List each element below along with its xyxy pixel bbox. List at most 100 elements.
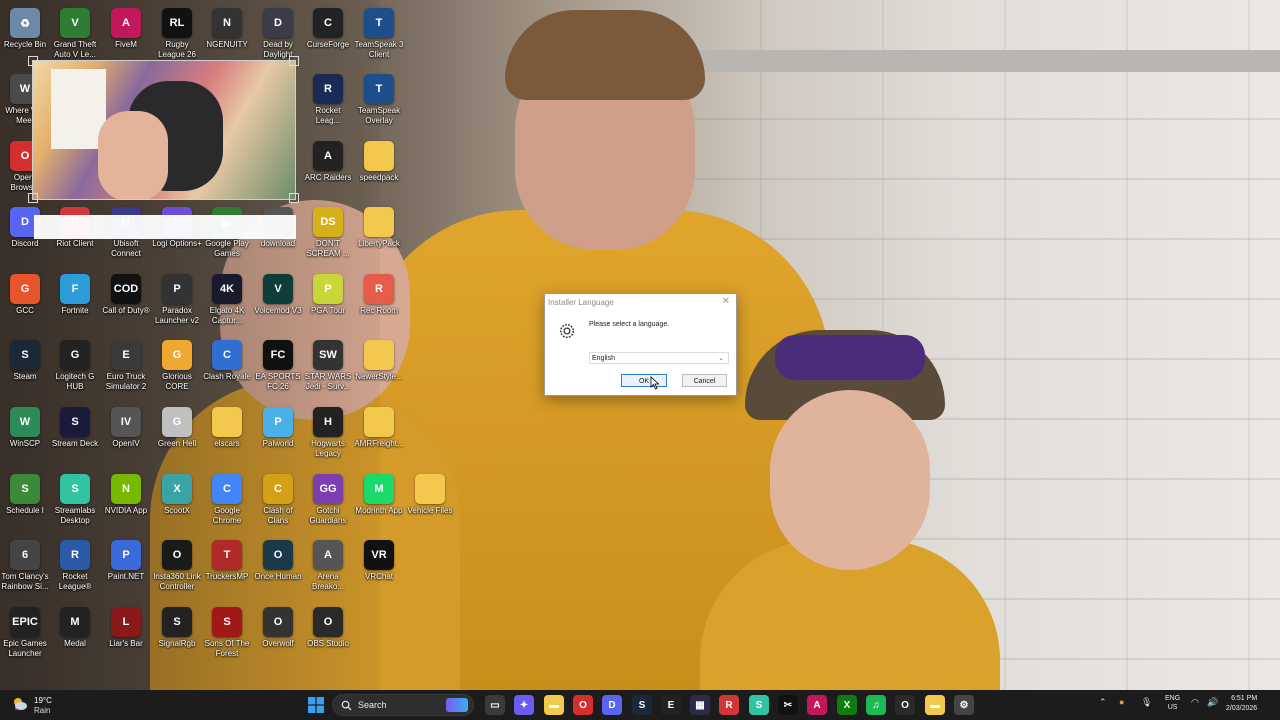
show-hidden-icons-chevron-icon[interactable]: ⌃ [1099, 697, 1107, 708]
taskbar-search-box[interactable]: Search [332, 694, 474, 716]
desktop-icon[interactable]: VR VRChat [354, 536, 404, 602]
desktop-icon[interactable]: P PGA Tour [303, 270, 353, 336]
desktop-icon[interactable]: O Insta360 Link Controller [152, 536, 202, 602]
desktop-icon[interactable]: speedpack [354, 137, 404, 203]
xbox-icon[interactable]: X [837, 695, 857, 715]
desktop-icon[interactable]: O Once Human [253, 536, 303, 602]
webcam-hand [98, 111, 168, 199]
desktop-app-icon: L [111, 607, 141, 637]
ok-button[interactable]: OK [621, 374, 667, 387]
fivem-icon[interactable]: A [807, 695, 827, 715]
webcam-resize-handle[interactable] [289, 56, 299, 66]
copilot-icon[interactable]: ✦ [514, 695, 534, 715]
desktop-icon[interactable]: C CurseForge [303, 4, 353, 70]
epic-games-icon[interactable]: E [661, 695, 681, 715]
file-explorer-icon[interactable]: ▬ [544, 695, 564, 715]
desktop-icon[interactable]: FC EA SPORTS FC 26 [253, 336, 303, 402]
desktop-icon[interactable]: O Overwolf [253, 603, 303, 669]
opera-icon[interactable]: O [573, 695, 593, 715]
desktop-icon[interactable]: C Clash of Clans [253, 470, 303, 536]
desktop-icon[interactable]: S Schedule I [0, 470, 50, 536]
desktop-icon[interactable]: O OBS Studio [303, 603, 353, 669]
webcam-overlay[interactable] [32, 60, 296, 200]
webcam-resize-handle[interactable] [28, 56, 38, 66]
desktop-icon[interactable]: C Google Chrome [202, 470, 252, 536]
desktop-icon[interactable]: T TeamSpeak Overlay [354, 70, 404, 136]
desktop-icon[interactable]: 4K Elgato 4K Captur... [202, 270, 252, 336]
desktop-icon[interactable]: P Paint.NET [101, 536, 151, 602]
desktop-icon-label: Elgato 4K Captur... [209, 306, 245, 325]
desktop-icon[interactable]: COD Call of Duty® [101, 270, 151, 336]
desktop-icon[interactable]: LibertyPack [354, 203, 404, 269]
language-select[interactable]: English ⌄ [589, 352, 729, 364]
desktop-icon[interactable]: G GCC [0, 270, 50, 336]
installer-icon[interactable]: ⚙ [954, 695, 974, 715]
desktop-icon[interactable]: M Modrinth App [354, 470, 404, 536]
desktop-icon[interactable]: R Rocket Leag... [303, 70, 353, 136]
desktop-icon[interactable]: V Voicemod V3 [253, 270, 303, 336]
steam-icon[interactable]: S [632, 695, 652, 715]
desktop-icon[interactable]: C Clash Royale [202, 336, 252, 402]
desktop-icon[interactable]: NewerStyle... [354, 336, 404, 402]
close-icon[interactable]: ✕ [722, 296, 730, 307]
desktop-icon[interactable]: F Fortnite [50, 270, 100, 336]
desktop-icon[interactable]: S Stream Deck [50, 403, 100, 469]
desktop-app-icon: C [212, 340, 242, 370]
desktop-icon[interactable]: H Hogwarts Legacy [303, 403, 353, 469]
desktop-icon[interactable]: R Rec Room [354, 270, 404, 336]
desktop-icon[interactable]: T TeamSpeak 3 Client [354, 4, 404, 70]
desktop-icon[interactable]: S Sons Of The Forest [202, 603, 252, 669]
desktop-icon[interactable]: Vehicle Files [405, 470, 455, 536]
desktop-app-icon: H [313, 407, 343, 437]
desktop-icon[interactable]: AMRFreight... [354, 403, 404, 469]
desktop-icon[interactable]: N NVIDIA App [101, 470, 151, 536]
windows-start-icon[interactable] [308, 697, 324, 713]
desktop-icon[interactable]: IV OpenIV [101, 403, 151, 469]
desktop-icon[interactable]: T TruckersMP [202, 536, 252, 602]
desktop-icon[interactable]: G Logitech G HUB [50, 336, 100, 402]
desktop-icon[interactable]: 6 Tom Clancy's Rainbow Si... [0, 536, 50, 602]
volume-icon[interactable]: 🔊 [1207, 697, 1218, 708]
cancel-button[interactable]: Cancel [682, 374, 727, 387]
input-language-indicator[interactable]: ENG US [1165, 694, 1180, 712]
discord-icon[interactable]: D [602, 695, 622, 715]
desktop-icon[interactable]: SW STAR WARS Jedi - Surv... [303, 336, 353, 402]
desktop-icon[interactable]: elscars [202, 403, 252, 469]
desktop-icon[interactable]: P Paradox Launcher v2 [152, 270, 202, 336]
desktop-icon[interactable]: G Glorious CORE [152, 336, 202, 402]
desktop-icon[interactable]: P Palworld [253, 403, 303, 469]
desktop-icon[interactable]: E Euro Truck Simulator 2 [101, 336, 151, 402]
webcam-resize-handle[interactable] [289, 193, 299, 203]
spotify-icon[interactable]: ♫ [866, 695, 886, 715]
desktop-icon[interactable]: A Arena Breako... [303, 536, 353, 602]
desktop-icon[interactable]: S Streamlabs Desktop [50, 470, 100, 536]
riot-client-icon[interactable]: R [719, 695, 739, 715]
desktop-icon[interactable]: G Green Hell [152, 403, 202, 469]
desktop-icon-label: Arena Breako... [311, 572, 344, 591]
streamlabs-icon[interactable]: S [749, 695, 769, 715]
webcam-resize-handle[interactable] [28, 193, 38, 203]
wifi-icon[interactable]: ◠ [1191, 697, 1199, 708]
folder-icon[interactable]: ▬ [925, 695, 945, 715]
desktop-icon[interactable]: R Rocket League® [50, 536, 100, 602]
microphone-icon[interactable]: 🎙 [1141, 697, 1152, 708]
weather-widget[interactable]: 19°C Rain [12, 694, 72, 716]
desktop-icon[interactable]: S Steam [0, 336, 50, 402]
desktop-icon[interactable]: GG Gotchi Guardians [303, 470, 353, 536]
system-clock[interactable]: 6:51 PM 2/03/2026 [1226, 694, 1257, 714]
desktop-icon[interactable]: A ARC Raiders [303, 137, 353, 203]
tray-app-icon[interactable]: ● [1119, 697, 1124, 707]
desktop-icon[interactable]: L Liar's Bar [101, 603, 151, 669]
desktop-icon[interactable]: DS DON'T SCREAM ... [303, 203, 353, 269]
desktop-icon[interactable]: W WinSCP [0, 403, 50, 469]
desktop-icon[interactable]: M Medal [50, 603, 100, 669]
capcut-icon[interactable]: ✂ [778, 695, 798, 715]
desktop-icon[interactable]: EPIC Epic Games Launcher [0, 603, 50, 669]
desktop-icon[interactable]: S SignalRgb [152, 603, 202, 669]
task-view-icon[interactable]: ▭ [485, 695, 505, 715]
language-select-value: English [592, 355, 615, 362]
desktop-icon[interactable]: X ScootX [152, 470, 202, 536]
desktop-app-icon: DS [313, 207, 343, 237]
insta360-icon[interactable]: O [895, 695, 915, 715]
stream-deck-icon[interactable]: ▦ [690, 695, 710, 715]
